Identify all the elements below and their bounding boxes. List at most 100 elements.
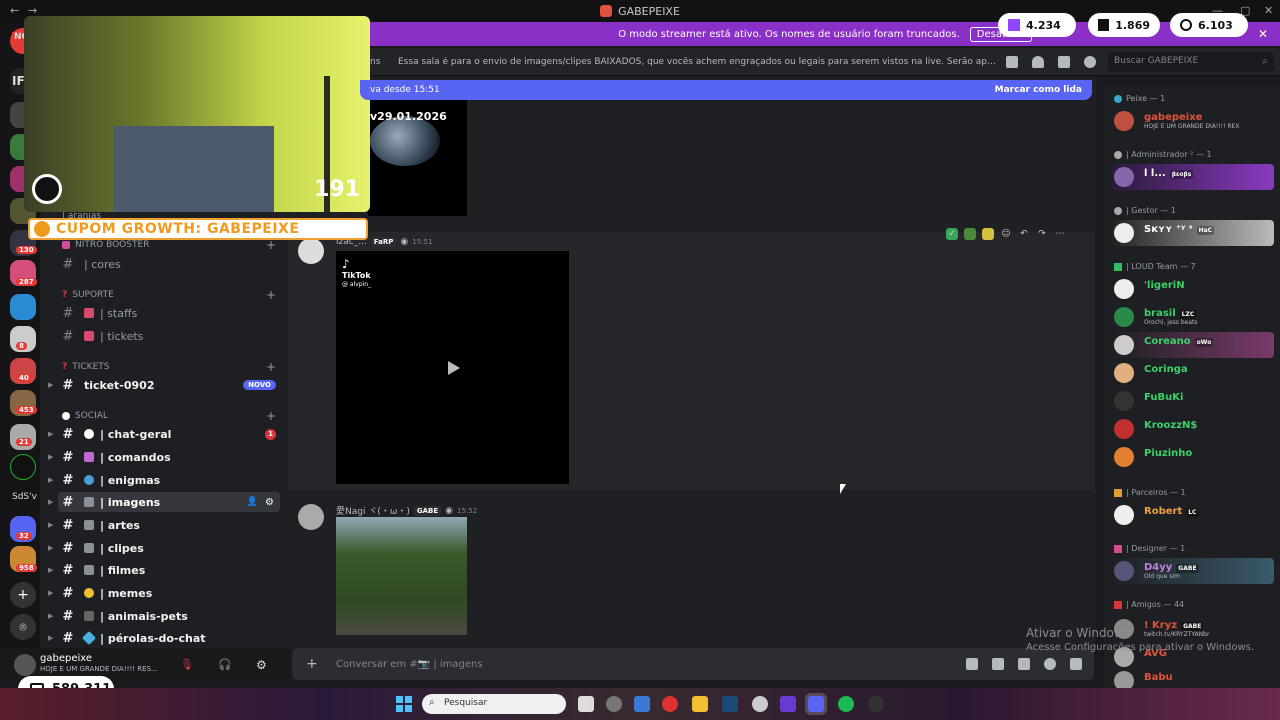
member-item[interactable]: 'ligeriN xyxy=(1112,276,1274,302)
heart-icon xyxy=(1114,600,1122,609)
add-channel-icon[interactable]: + xyxy=(266,288,276,302)
invite-icon[interactable]: 👤 xyxy=(247,497,258,507)
channel-clipes[interactable]: ▶ # | clipes xyxy=(48,538,280,558)
channel-memes[interactable]: ▶ # | memes xyxy=(48,583,280,603)
category-social[interactable]: SOCIAL + xyxy=(62,409,276,423)
category-tickets[interactable]: ? TICKETS + xyxy=(62,360,276,374)
channel-perolas-do-chat[interactable]: ▶ # | pérolas-do-chat xyxy=(48,628,280,648)
member-item[interactable]: Sĸʏʏ ⁺ʸ ˢ HaC xyxy=(1112,220,1274,246)
member-item[interactable]: Robert LC xyxy=(1112,502,1274,528)
emoji-icon[interactable] xyxy=(1044,658,1056,670)
add-attachment-icon[interactable]: + xyxy=(306,656,318,672)
member-item[interactable]: brasil LZC Orochi, jess beats xyxy=(1112,304,1274,330)
bell-icon[interactable] xyxy=(1032,56,1044,68)
category-suporte[interactable]: ? SUPORTE + xyxy=(62,288,276,302)
obs-icon[interactable] xyxy=(868,696,884,712)
role-label: | Amigos — 44 xyxy=(1126,600,1185,609)
avatar[interactable] xyxy=(14,654,36,676)
message-composer[interactable]: + Conversar em #📷 | imagens xyxy=(292,648,1094,680)
member-item[interactable]: FuBuKi xyxy=(1112,388,1274,414)
channel-cores[interactable]: # | cores xyxy=(58,254,280,274)
member-item[interactable]: KroozzN$ xyxy=(1112,416,1274,442)
back-arrow-icon[interactable]: ← xyxy=(10,4,19,17)
tiktok-logo: ♪ TikTok @ alvpin_ xyxy=(342,257,371,288)
gear-icon[interactable]: ⚙ xyxy=(265,497,274,508)
channel-enigmas[interactable]: ▶ # | enigmas xyxy=(48,470,280,490)
opera-icon[interactable] xyxy=(662,696,678,712)
channel-filmes[interactable]: ▶ # | filmes xyxy=(48,560,280,580)
app-icon[interactable] xyxy=(780,696,796,712)
windows-start-icon[interactable] xyxy=(396,696,412,712)
member-item[interactable]: D4yy GABE Old que sim xyxy=(1112,558,1274,584)
reply-icon[interactable]: ↶ xyxy=(1018,228,1030,240)
reaction-icon[interactable] xyxy=(982,228,994,240)
file-explorer-icon[interactable] xyxy=(692,696,708,712)
add-channel-icon[interactable]: + xyxy=(266,238,276,252)
server-icon[interactable] xyxy=(10,294,36,320)
close-icon[interactable]: ✕ xyxy=(1258,27,1268,41)
channel-label: | animais-pets xyxy=(100,609,188,623)
sticker-icon[interactable] xyxy=(1018,658,1030,670)
headphones-icon[interactable]: 🎧 xyxy=(218,658,232,671)
channel-ticket-0902[interactable]: ▶ # ticket-0902 NOVO xyxy=(48,375,280,395)
steam-icon[interactable] xyxy=(722,696,738,712)
channel-artes[interactable]: ▶ # | artes xyxy=(48,515,280,535)
gear-icon[interactable]: ⚙ xyxy=(256,658,268,672)
spotify-icon[interactable] xyxy=(838,696,854,712)
forward-icon[interactable]: ↷ xyxy=(1036,228,1048,240)
channel-comandos[interactable]: ▶ # | comandos xyxy=(48,447,280,467)
taskbar-search[interactable]: ⌕ Pesquisar xyxy=(422,694,566,714)
app-icon[interactable] xyxy=(752,696,768,712)
members-icon[interactable] xyxy=(1084,56,1096,68)
server-badge: 40 xyxy=(16,374,32,382)
task-view-icon[interactable] xyxy=(578,696,594,712)
channel-topic[interactable]: Essa sala é para o envio de imagens/clip… xyxy=(398,57,998,67)
add-reaction-icon[interactable]: ☺ xyxy=(1000,228,1012,240)
member-item[interactable]: gabepeixe HOJE E UM GRANDE DIA!!!! REX xyxy=(1112,108,1274,134)
gif-icon[interactable] xyxy=(992,658,1004,670)
speech-bubble-icon xyxy=(84,429,94,439)
globe-image xyxy=(370,116,440,166)
new-messages-bar[interactable]: va desde 15:51 Marcar como lida xyxy=(360,80,1092,100)
app-icon[interactable] xyxy=(606,696,622,712)
member-item[interactable]: Coreano oWo xyxy=(1112,332,1274,358)
discord-icon[interactable] xyxy=(808,696,824,712)
play-icon[interactable] xyxy=(448,361,460,375)
message-author[interactable]: 愛Nagi ヾ(・ω・) xyxy=(336,504,410,517)
pin-icon[interactable] xyxy=(1058,56,1070,68)
close-window-icon[interactable]: ✕ xyxy=(1264,4,1273,17)
member-item[interactable]: Piuzinho xyxy=(1112,444,1274,470)
search-input[interactable]: Buscar GABEPEIXE ⌕ xyxy=(1108,52,1274,72)
image-attachment[interactable]: v29.01.2026 xyxy=(368,96,467,216)
mark-as-read-button[interactable]: Marcar como lida xyxy=(995,85,1082,95)
muted-mic-icon[interactable]: 🎙 xyxy=(180,658,194,671)
member-item[interactable]: ! Kryz GABE twitch.tv/KRYZTYANbr xyxy=(1112,616,1274,642)
check-reaction-icon[interactable]: ✓ xyxy=(946,228,958,240)
more-icon[interactable]: ⋯ xyxy=(1054,228,1066,240)
avatar[interactable] xyxy=(298,504,324,530)
copilot-icon[interactable] xyxy=(634,696,650,712)
channel-animais-pets[interactable]: ▶ # | animais-pets xyxy=(48,606,280,626)
explore-icon[interactable]: ⌾ xyxy=(10,614,36,640)
add-server-icon[interactable]: + xyxy=(10,582,36,608)
channel-chat-geral[interactable]: ▶ # | chat-geral 1 xyxy=(48,424,280,444)
apps-icon[interactable] xyxy=(1070,658,1082,670)
member-item[interactable]: Coringa xyxy=(1112,360,1274,386)
gift-icon[interactable] xyxy=(966,658,978,670)
channel-tickets[interactable]: # | tickets xyxy=(58,326,280,346)
avatar[interactable] xyxy=(298,238,324,264)
add-channel-icon[interactable]: + xyxy=(266,360,276,374)
avatar xyxy=(1114,167,1134,187)
member-item[interactable]: l l... βεοβs xyxy=(1112,164,1274,190)
add-channel-icon[interactable]: + xyxy=(266,409,276,423)
server-icon[interactable] xyxy=(10,454,36,480)
reaction-icon[interactable] xyxy=(964,228,976,240)
channel-staffs[interactable]: # | staffs xyxy=(58,303,280,323)
threads-icon[interactable] xyxy=(1006,56,1018,68)
server-icon[interactable] xyxy=(10,424,36,450)
category-nitro[interactable]: NITRO BOOSTER + xyxy=(62,238,276,252)
video-attachment[interactable]: ♪ TikTok @ alvpin_ xyxy=(336,251,569,484)
member-name: ! Kryz GABE xyxy=(1144,620,1204,631)
channel-imagens[interactable]: ▶ # | imagens 👤 ⚙ xyxy=(48,492,280,512)
image-attachment[interactable] xyxy=(336,517,467,635)
